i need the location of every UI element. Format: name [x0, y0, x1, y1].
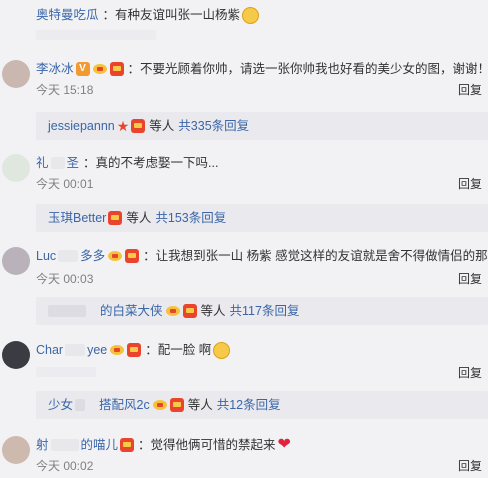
reply-count-link[interactable]: 共117条回复 [230, 297, 300, 325]
blurred-region [48, 305, 86, 317]
red-envelope-badge-icon [108, 211, 123, 225]
crown-medal-icon [92, 62, 108, 76]
reply-etc: 等人 [149, 119, 175, 133]
blurred-region [36, 367, 96, 377]
comment-text: ：不要光顾着你帅，请选一张你帅我也好看的美少女的图，谢谢！ [127, 62, 488, 76]
crown-medal-icon [165, 304, 181, 318]
reply-summary[interactable]: jessiepannn ★ 等人 共335条回复 [36, 112, 488, 140]
reply-count-link[interactable]: 共335条回复 [178, 112, 249, 140]
comment-text: ：觉得他俩可惜的禁起来 [138, 438, 276, 452]
reply-button[interactable]: 回复 [458, 458, 482, 474]
red-envelope-badge-icon [169, 398, 184, 412]
comment-username[interactable]: 李冰冰 [36, 60, 74, 78]
reply-username[interactable]: 玉琪Better [48, 204, 106, 232]
reply-etc: 等人 [200, 304, 226, 318]
blurred-region [50, 157, 65, 169]
comment-line: Luc 多多 ：让我想到张一山 杨紫 感觉这样的友谊就是舍不得做情侣的那种 [36, 247, 488, 265]
smile-emoji-icon [242, 6, 260, 24]
crown-medal-icon [152, 398, 168, 412]
blurred-region [75, 399, 86, 411]
avatar[interactable] [2, 341, 30, 369]
reply-username-tail[interactable]: 搭配风2c [99, 391, 150, 419]
comment-time: 今天 15:18 [36, 83, 94, 97]
red-envelope-badge-icon [109, 62, 124, 76]
comment-line: 礼 圣 ：真的不考虑娶一下吗... [36, 154, 218, 172]
reply-etc: 等人 [187, 398, 213, 412]
avatar[interactable] [2, 60, 30, 88]
comment-username-tail[interactable]: 多多 [80, 247, 105, 265]
comment-username[interactable]: 射 [36, 436, 49, 454]
comment-text: ：让我想到张一山 杨紫 感觉这样的友谊就是舍不得做情侣的那种 [143, 249, 488, 263]
red-star-icon: ★ [116, 118, 130, 134]
comment-username-tail[interactable]: 圣 [67, 154, 80, 172]
blurred-region [58, 250, 79, 262]
blurred-region [65, 344, 86, 356]
comment-username[interactable]: Char [36, 341, 63, 359]
reply-count-link[interactable]: 共12条回复 [217, 391, 281, 419]
red-envelope-badge-icon [131, 119, 146, 133]
comment-text: ：配一脸 啊 [145, 343, 212, 357]
reply-button[interactable]: 回复 [458, 271, 482, 287]
comment-username[interactable]: 奥特曼吃瓜 [36, 6, 99, 24]
avatar[interactable] [2, 436, 30, 464]
red-envelope-badge-icon [127, 343, 142, 357]
reply-username[interactable]: 少女 [48, 391, 73, 419]
blurred-region [50, 439, 79, 451]
reply-summary[interactable]: 的白菜大侠 等人 共117条回复 [36, 297, 488, 325]
reply-username[interactable]: jessiepannn [48, 112, 115, 140]
crown-medal-icon [107, 249, 123, 263]
comment-username[interactable]: 礼 [36, 154, 49, 172]
reply-button[interactable]: 回复 [458, 176, 482, 192]
heart-icon: ❤ [277, 436, 291, 453]
comment-time: 今天 00:01 [36, 177, 94, 191]
smile-emoji-icon [213, 341, 231, 359]
red-envelope-badge-icon [182, 304, 197, 318]
comment-username-tail[interactable]: yee [87, 341, 107, 359]
reply-summary[interactable]: 玉琪Better 等人 共153条回复 [36, 204, 488, 232]
reply-count-link[interactable]: 共153条回复 [155, 204, 226, 232]
red-envelope-badge-icon [120, 438, 135, 452]
comment-line: 李冰冰 V ：不要光顾着你帅，请选一张你帅我也好看的美少女的图，谢谢！ [36, 60, 488, 78]
v-verified-icon: V [75, 62, 90, 76]
comment-text: ：有种友谊叫张一山杨紫 [102, 8, 241, 22]
avatar[interactable] [2, 247, 30, 275]
reply-summary[interactable]: 少女 搭配风2c 等人 共12条回复 [36, 391, 488, 419]
comment-time: 今天 00:02 [36, 459, 94, 473]
avatar[interactable] [2, 154, 30, 182]
reply-button[interactable]: 回复 [458, 82, 482, 98]
reply-username[interactable]: 的白菜大侠 [100, 297, 163, 325]
comment-line: 奥特曼吃瓜 ：有种友谊叫张一山杨紫 [36, 6, 260, 24]
comment-username[interactable]: Luc [36, 247, 56, 265]
comment-line: Char yee ：配一脸 啊 [36, 341, 231, 359]
comment-username-tail[interactable]: 的喵儿 [81, 436, 119, 454]
comment-line: 射 的喵儿 ：觉得他俩可惜的禁起来 ❤ [36, 436, 291, 454]
comment-time: 今天 00:03 [36, 272, 94, 286]
crown-medal-icon [109, 343, 125, 357]
red-envelope-badge-icon [125, 249, 140, 263]
reply-button[interactable]: 回复 [458, 365, 482, 381]
comment-text: ：真的不考虑娶一下吗... [83, 156, 219, 170]
blurred-region [36, 30, 156, 40]
reply-etc: 等人 [126, 211, 152, 225]
